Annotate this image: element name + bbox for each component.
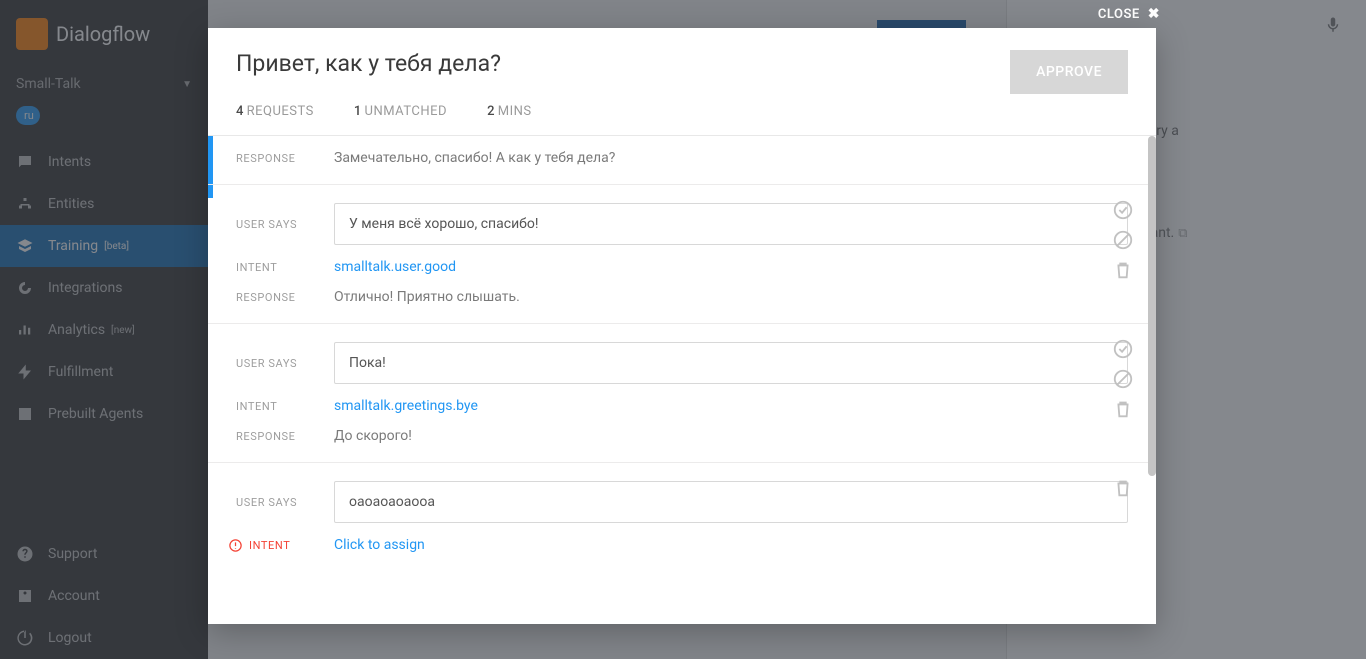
label-intent: INTENT — [236, 261, 310, 274]
block-actions — [1112, 338, 1134, 420]
approve-button[interactable]: APPROVE — [1010, 50, 1128, 94]
stat-label: MINS — [498, 104, 532, 119]
reject-icon[interactable] — [1112, 368, 1134, 390]
label-response: RESPONSE — [236, 152, 310, 165]
block-actions — [1112, 477, 1134, 499]
dialog-title: Привет, как у тебя дела? — [236, 50, 501, 77]
stat-num: 2 — [487, 104, 494, 119]
label-user-says: USER SAYS — [236, 357, 310, 370]
response-text: Отлично! Приятно слышать. — [334, 289, 1128, 305]
stat-num: 4 — [236, 104, 243, 119]
label-intent-warning: INTENT — [228, 538, 310, 553]
approve-icon[interactable] — [1112, 199, 1134, 221]
label-user-says: USER SAYS — [236, 218, 310, 231]
stat-label: REQUESTS — [247, 104, 314, 119]
conversation-block: USER SAYS У меня всё хорошо, спасибо! IN… — [208, 185, 1156, 324]
dialog-stats: 4 REQUESTS 1 UNMATCHED 2 MINS — [208, 104, 1156, 135]
assign-intent-link[interactable]: Click to assign — [334, 537, 1128, 553]
intent-link[interactable]: smalltalk.greetings.bye — [334, 398, 1128, 414]
label-user-says: USER SAYS — [236, 496, 310, 509]
label-response: RESPONSE — [236, 430, 310, 443]
response-text: Замечательно, спасибо! А как у тебя дела… — [334, 150, 1128, 166]
warning-icon — [228, 538, 243, 553]
close-button[interactable]: CLOSE ✖ — [1098, 6, 1160, 22]
delete-icon[interactable] — [1112, 259, 1134, 281]
block-actions — [1112, 199, 1134, 281]
delete-icon[interactable] — [1112, 398, 1134, 420]
scrollbar[interactable] — [1148, 136, 1156, 624]
dialog-body: RESPONSE Замечательно, спасибо! А как у … — [208, 135, 1156, 624]
conversation-block-unmatched: USER SAYS оаоаоаоаооа INTENT Click to as… — [208, 463, 1156, 571]
label-response: RESPONSE — [236, 291, 310, 304]
close-icon: ✖ — [1148, 6, 1160, 22]
approve-icon[interactable] — [1112, 338, 1134, 360]
intent-link[interactable]: smalltalk.user.good — [334, 259, 1128, 275]
scroll-thumb[interactable] — [1148, 136, 1156, 476]
user-says-input[interactable]: Пока! — [334, 342, 1128, 384]
user-says-input[interactable]: У меня всё хорошо, спасибо! — [334, 203, 1128, 245]
label-intent: INTENT — [236, 400, 310, 413]
conversation-block: USER SAYS Пока! INTENT smalltalk.greetin… — [208, 324, 1156, 463]
training-conversation-dialog: Привет, как у тебя дела? APPROVE 4 REQUE… — [208, 28, 1156, 624]
stat-label: UNMATCHED — [365, 104, 448, 119]
delete-icon[interactable] — [1112, 477, 1134, 499]
response-text: До скорого! — [334, 428, 1128, 444]
user-says-input[interactable]: оаоаоаоаооа — [334, 481, 1128, 523]
close-label: CLOSE — [1098, 7, 1140, 22]
stat-num: 1 — [354, 104, 361, 119]
conversation-block: RESPONSE Замечательно, спасибо! А как у … — [208, 136, 1156, 185]
reject-icon[interactable] — [1112, 229, 1134, 251]
